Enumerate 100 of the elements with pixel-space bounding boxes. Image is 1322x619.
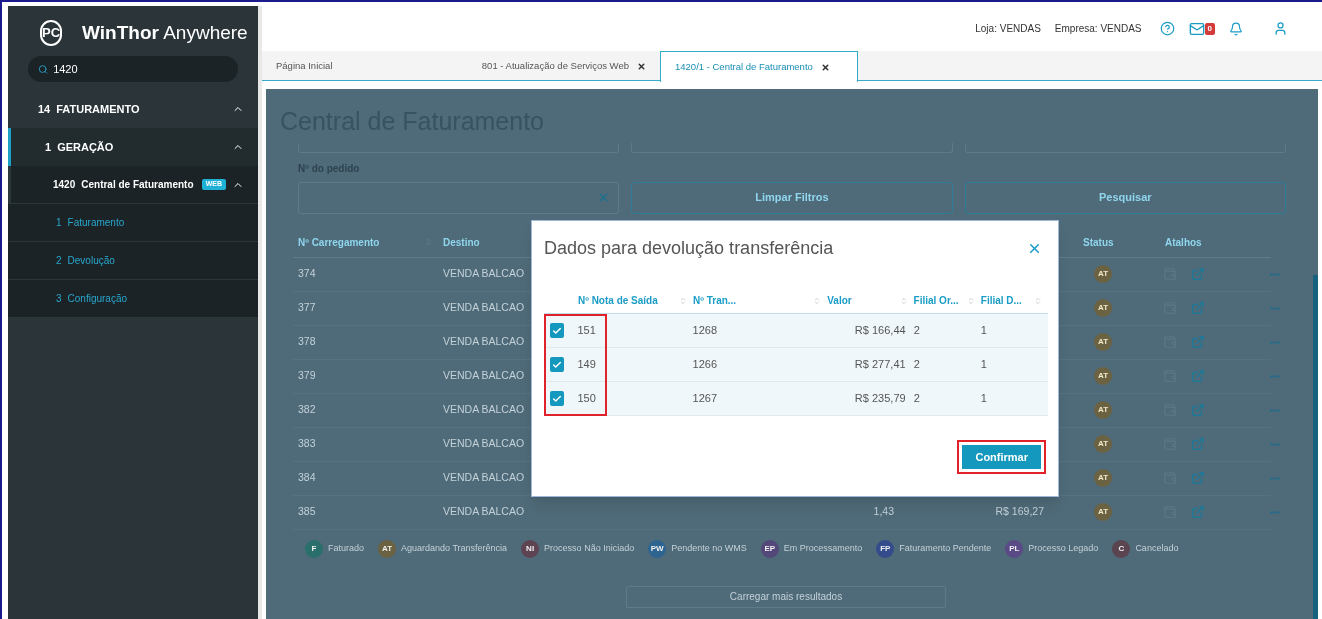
status-badge: AT <box>378 539 397 558</box>
legend-label: Pendente no WMS <box>671 541 747 555</box>
external-link-icon[interactable] <box>1191 505 1205 519</box>
table-cell-text: 379 <box>297 368 317 384</box>
table-cell-text: 382 <box>297 402 317 418</box>
table-cell-text: 151 <box>577 323 596 339</box>
more-icon[interactable] <box>1270 272 1280 276</box>
table-cell-text: 2 <box>913 323 920 339</box>
sort-icon[interactable] <box>966 296 975 305</box>
mail-count-badge: 0 <box>1204 22 1215 35</box>
menu-item[interactable]: 1 GERAÇÃO <box>8 128 258 166</box>
status-badge: AT <box>1094 333 1112 351</box>
legend-label: Faturamento Pendente <box>899 541 992 555</box>
table-cell-text: VENDA BALCAO <box>443 334 526 350</box>
external-link-icon[interactable] <box>1191 471 1205 485</box>
legend-label: Processo Legado <box>1028 541 1099 555</box>
column-header[interactable]: Nº Tran... <box>693 293 737 308</box>
sort-icon[interactable] <box>899 296 908 305</box>
more-icon[interactable] <box>1270 476 1280 480</box>
more-icon[interactable] <box>1270 408 1280 412</box>
load-more-button[interactable]: Carregar mais resultados <box>626 585 946 608</box>
menu-item[interactable]: 2 Devolução <box>8 242 258 280</box>
table-cell-text: 374 <box>297 266 317 282</box>
table-cell-text: 150 <box>577 391 596 407</box>
status-badge: AT <box>1094 503 1112 521</box>
search-button[interactable]: Pesquisar <box>964 181 1286 214</box>
mail-icon[interactable] <box>1188 20 1205 37</box>
company-label: Empresa: VENDAS <box>1054 22 1142 36</box>
table-cell-text: 385 <box>297 504 317 520</box>
legend-label: Processo Não Iniciado <box>544 541 635 555</box>
close-tab-icon[interactable] <box>820 62 830 72</box>
search-input[interactable]: 1420 <box>53 60 228 78</box>
status-badge: AT <box>1094 469 1112 487</box>
external-link-icon[interactable] <box>1191 437 1205 451</box>
table-cell-text: 1 <box>980 357 987 373</box>
table-cell-text: 384 <box>297 470 317 486</box>
table-cell: 1,43 <box>873 505 894 518</box>
search-field[interactable]: 1420 <box>28 56 238 82</box>
column-header[interactable]: Filial Or... <box>913 293 959 308</box>
clear-filters-button[interactable]: Limpar Filtros <box>631 181 953 214</box>
dialog-title: Dados para devolução transferência <box>544 237 834 260</box>
checkbox[interactable] <box>550 323 565 338</box>
external-link-icon[interactable] <box>1191 335 1205 349</box>
external-link-icon[interactable] <box>1191 403 1205 417</box>
close-icon[interactable] <box>1027 241 1042 256</box>
tab[interactable]: 801 - Atualização de Serviços Web <box>432 51 660 81</box>
table-cell-text: 1 <box>980 391 987 407</box>
table-cell-text: 377 <box>297 300 317 316</box>
column-header[interactable]: Filial D... <box>980 293 1022 308</box>
legend-label: Aguardando Transferência <box>401 541 508 555</box>
tab[interactable]: Página Inicial <box>262 51 432 81</box>
table-cell-text: VENDA BALCAO <box>443 470 526 486</box>
checkbox[interactable] <box>550 391 565 406</box>
store-label: Loja: VENDAS <box>975 22 1041 36</box>
menu-item[interactable]: 1 Faturamento <box>8 204 258 242</box>
notification-bell-icon[interactable] <box>1229 21 1243 36</box>
status-badge: AT <box>1094 265 1112 283</box>
more-icon[interactable] <box>1270 374 1280 378</box>
table-cell-text: 1268 <box>692 323 718 339</box>
close-tab-icon[interactable] <box>637 61 646 71</box>
legend-label: Faturado <box>328 541 365 555</box>
column-header[interactable]: Valor <box>827 293 852 308</box>
column-header[interactable]: Atalhos <box>1153 234 1248 250</box>
status-badge: FP <box>876 539 895 558</box>
sort-icon[interactable] <box>813 296 822 305</box>
status-badge: EP <box>760 539 779 558</box>
table-cell-text: R$ 235,79 <box>854 391 906 407</box>
more-icon[interactable] <box>1270 306 1280 310</box>
sort-icon[interactable] <box>679 296 688 305</box>
external-link-icon[interactable] <box>1191 369 1205 383</box>
tab[interactable]: 1420/1 - Central de Faturamento <box>660 51 858 82</box>
check-icon <box>552 325 563 336</box>
column-header[interactable]: Nº Nota de Saída <box>578 293 658 308</box>
order-number-field[interactable] <box>298 181 620 214</box>
table-cell-text: 2 <box>913 391 920 407</box>
legend-label: Cancelado <box>1135 541 1179 555</box>
more-icon[interactable] <box>1270 442 1280 446</box>
table-cell-text: R$ 277,41 <box>854 357 906 373</box>
more-icon[interactable] <box>1270 340 1280 344</box>
column-header[interactable]: Nº Carregamento <box>298 234 380 250</box>
status-badge: AT <box>1094 367 1112 385</box>
user-icon[interactable] <box>1273 21 1288 36</box>
status-badge: PL <box>1005 539 1024 558</box>
table-cell-text: 149 <box>577 357 596 373</box>
logo-mark: PC <box>40 20 63 46</box>
checkbox[interactable] <box>550 357 565 372</box>
table-cell: R$ 169,27 <box>995 505 1044 518</box>
menu-item[interactable]: 3 Configuração <box>8 280 258 318</box>
status-badge: AT <box>1094 435 1112 453</box>
more-icon[interactable] <box>1270 510 1280 514</box>
status-badge: F <box>305 539 323 558</box>
check-icon <box>552 359 563 370</box>
table-cell-text: 378 <box>297 334 317 350</box>
external-link-icon[interactable] <box>1191 267 1205 281</box>
table-cell-text: VENDA BALCAO <box>443 402 526 418</box>
external-link-icon[interactable] <box>1191 301 1205 315</box>
help-icon[interactable] <box>1159 21 1175 36</box>
scrollbar[interactable] <box>1313 275 1318 619</box>
sort-icon[interactable] <box>1034 296 1042 305</box>
confirm-button[interactable]: Confirmar <box>961 444 1042 471</box>
